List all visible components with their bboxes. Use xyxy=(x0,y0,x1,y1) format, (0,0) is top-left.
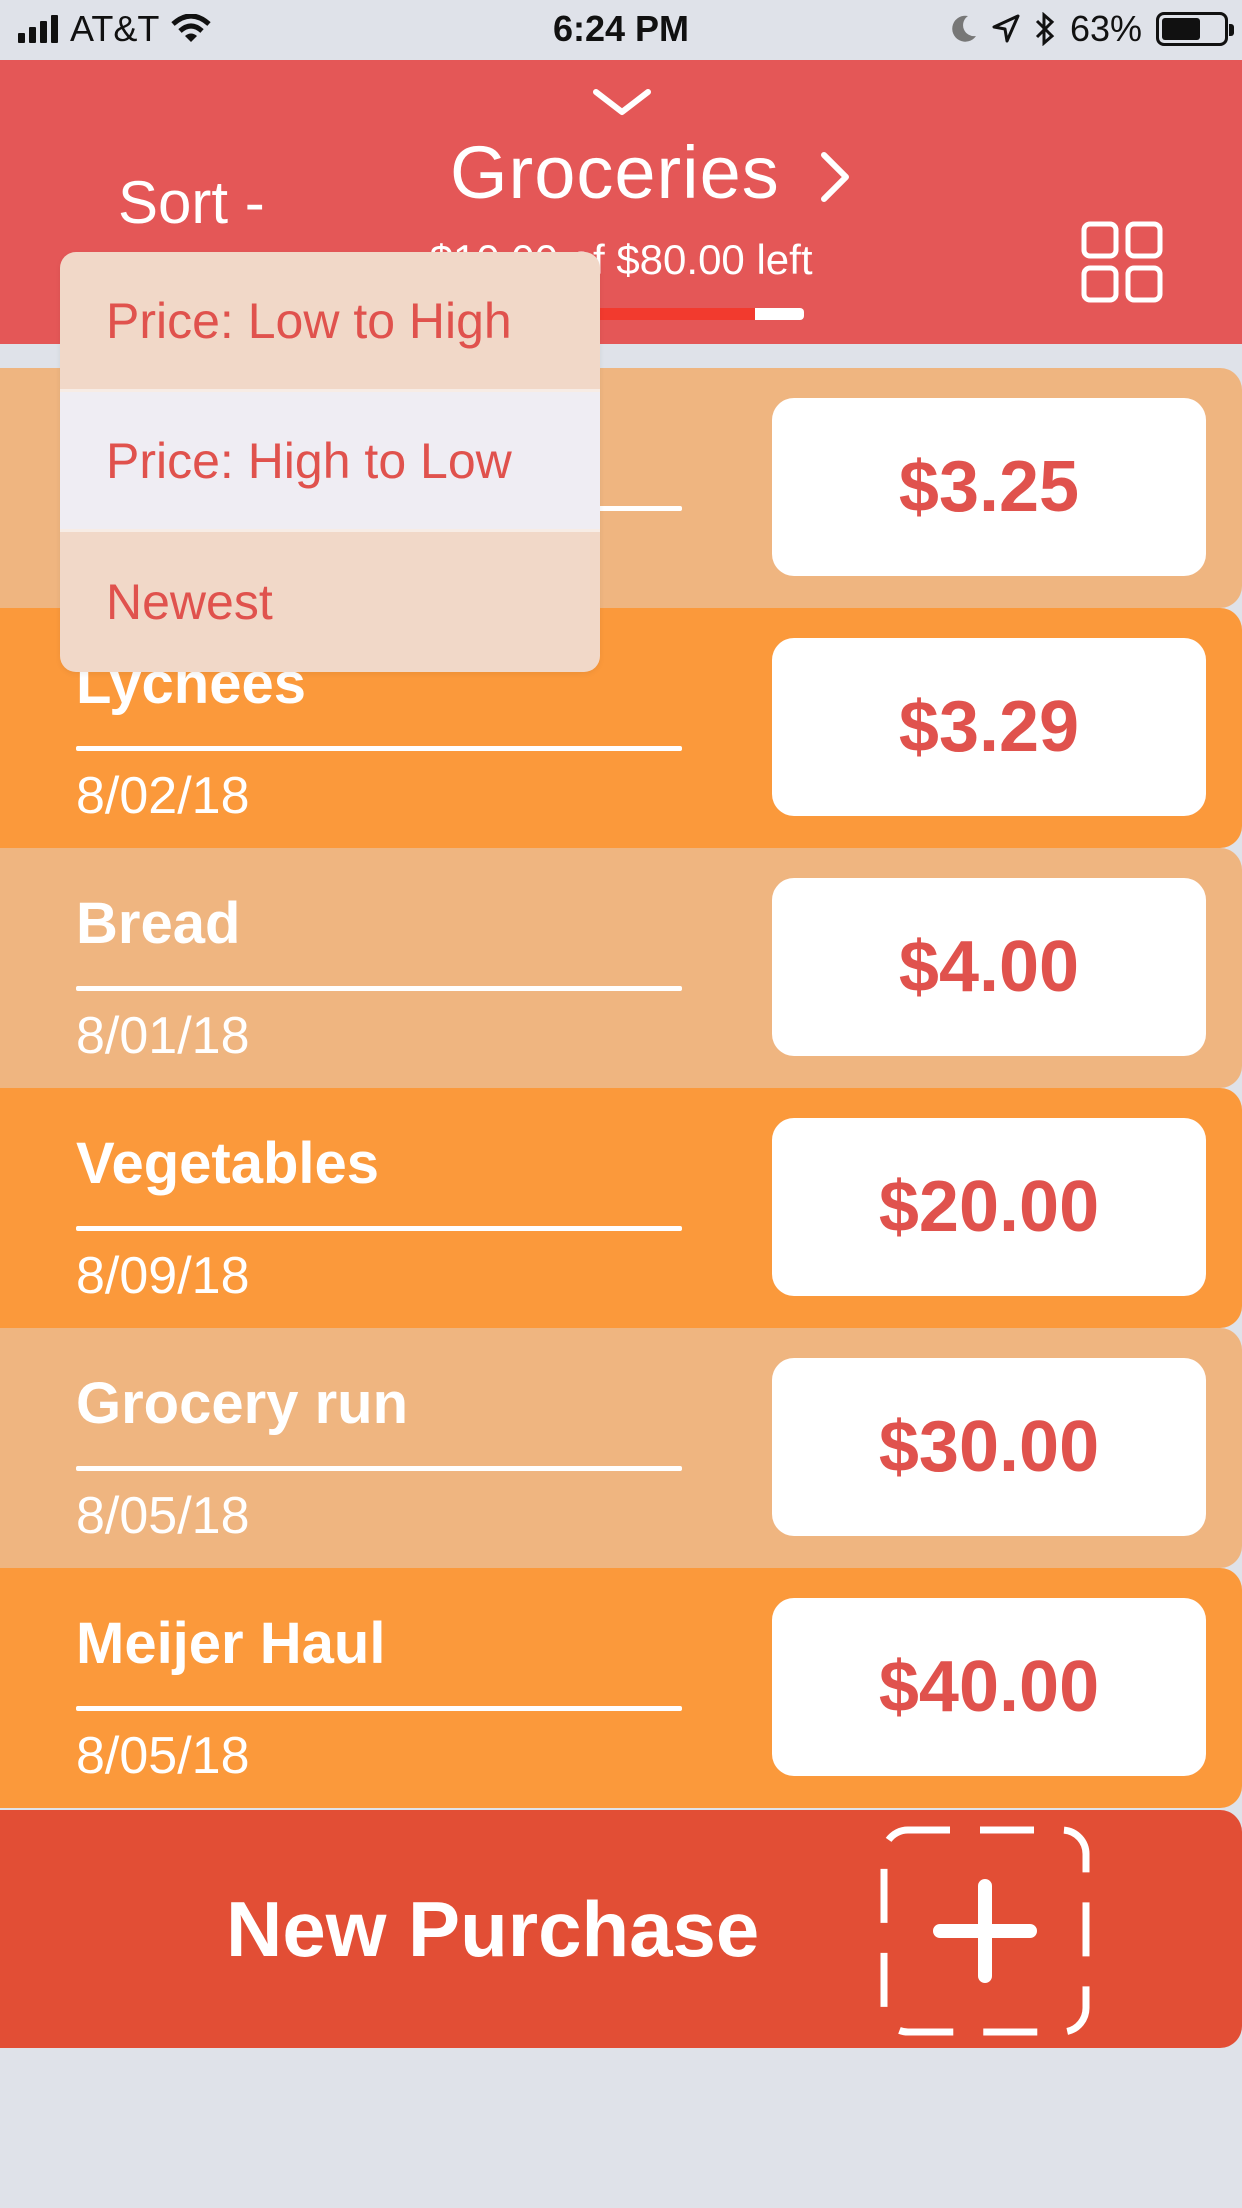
price-button[interactable]: $20.00 xyxy=(772,1118,1206,1296)
app-screen: AT&T 6:24 PM 63% Sort - Groceries $10.00… xyxy=(0,0,1242,2208)
location-icon xyxy=(992,14,1020,43)
moon-icon xyxy=(952,15,976,42)
price-button[interactable]: $3.29 xyxy=(772,638,1206,816)
sort-option-newest[interactable]: Newest xyxy=(60,532,600,672)
purchase-name: Grocery run xyxy=(76,1371,408,1436)
new-purchase-label: New Purchase xyxy=(226,1885,760,1973)
add-icon xyxy=(880,1826,1090,2036)
category-title-button[interactable]: Groceries xyxy=(450,130,850,215)
grid-view-icon[interactable] xyxy=(1080,220,1164,304)
purchase-name: Bread xyxy=(76,891,241,956)
purchase-date: 8/05/18 xyxy=(76,1487,250,1545)
battery-icon xyxy=(1156,12,1234,46)
bluetooth-icon xyxy=(1035,12,1055,46)
list-item[interactable]: Grocery run 8/05/18 $30.00 xyxy=(0,1328,1242,1568)
list-item[interactable]: Meijer Haul 8/05/18 $40.00 xyxy=(0,1568,1242,1808)
purchase-name: Meijer Haul xyxy=(76,1611,386,1676)
list-item[interactable]: Vegetables 8/09/18 $20.00 xyxy=(0,1088,1242,1328)
divider xyxy=(76,1466,682,1471)
purchase-date: 8/05/18 xyxy=(76,1727,250,1785)
chevron-down-icon[interactable] xyxy=(592,88,652,118)
price-button[interactable]: $3.25 xyxy=(772,398,1206,576)
new-purchase-button[interactable]: New Purchase xyxy=(0,1810,1242,2048)
purchase-date: 8/02/18 xyxy=(76,767,250,825)
status-bar: AT&T 6:24 PM 63% xyxy=(0,0,1242,60)
purchase-date: 8/09/18 xyxy=(76,1247,250,1305)
battery-fill xyxy=(1162,18,1200,40)
price-button[interactable]: $4.00 xyxy=(772,878,1206,1056)
sort-option-price-low-high[interactable]: Price: Low to High xyxy=(60,252,600,392)
page-title: Groceries xyxy=(450,131,780,214)
sort-option-price-high-low[interactable]: Price: High to Low xyxy=(60,392,600,532)
divider xyxy=(76,1226,682,1231)
chevron-right-icon xyxy=(820,151,849,202)
purchase-date: 8/01/18 xyxy=(76,1007,250,1065)
sort-button[interactable]: Sort - xyxy=(118,168,265,237)
divider xyxy=(76,746,682,751)
list-item[interactable]: Bread 8/01/18 $4.00 xyxy=(0,848,1242,1088)
purchase-name: Vegetables xyxy=(76,1131,380,1196)
sort-menu: Price: Low to High Price: High to Low Ne… xyxy=(60,252,600,672)
price-button[interactable]: $30.00 xyxy=(772,1358,1206,1536)
price-button[interactable]: $40.00 xyxy=(772,1598,1206,1776)
battery-percent: 63% xyxy=(1069,8,1142,49)
divider xyxy=(76,986,682,991)
divider xyxy=(76,1706,682,1711)
status-right: 63% xyxy=(950,8,1234,50)
